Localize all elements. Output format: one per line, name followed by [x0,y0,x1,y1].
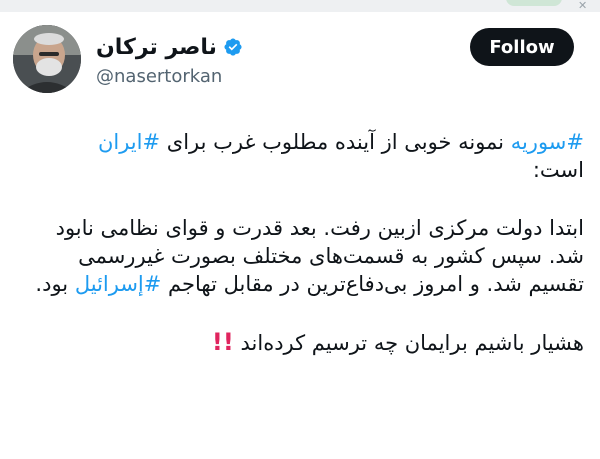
double-exclamation-icon: !! [211,328,237,356]
follow-button[interactable]: Follow [470,28,574,66]
top-pill [506,0,562,6]
hashtag-syria[interactable]: #سوریه [511,130,584,154]
tweet-text: #سوریه نمونه خوبی از آینده مطلوب غرب برا… [18,128,584,357]
tweet-line-1: #سوریه نمونه خوبی از آینده مطلوب غرب برا… [18,128,584,156]
avatar[interactable] [13,25,81,93]
tweet-text-segment: نمونه خوبی از آینده مطلوب غرب برای [160,130,511,154]
tweet-paragraph-3: هشیار باشیم برایمان چه ترسیم کرده‌اند !! [18,328,584,357]
hashtag-iran[interactable]: #ایران [98,130,160,154]
user-handle[interactable]: @nasertorkan [96,66,222,87]
verified-badge-icon [224,38,242,56]
tweet-text-segment: بود. [35,272,75,296]
tweet-paragraph-2: ابتدا دولت مرکزی ازبین رفت. بعد قدرت و ق… [18,214,584,298]
top-bar: ✕ [0,0,600,12]
tweet-line-2: است: [532,158,584,182]
user-name-row: ناصر ترکان [96,33,243,61]
close-icon[interactable]: ✕ [578,0,587,11]
avatar-image [13,25,81,93]
display-name[interactable]: ناصر ترکان [96,35,217,60]
hashtag-israel[interactable]: #إسرائيل [75,272,162,296]
tweet-text-segment: هشیار باشیم برایمان چه ترسیم کرده‌اند [233,331,584,355]
